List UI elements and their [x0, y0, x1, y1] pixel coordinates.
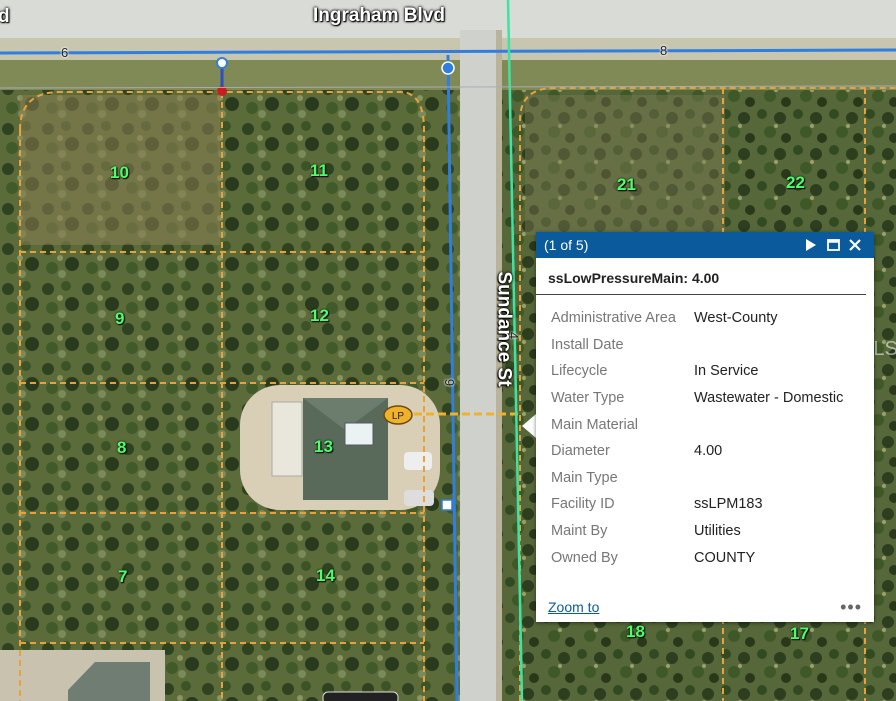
- grass-lot-21: [525, 95, 725, 235]
- attr-value: Wastewater - Domestic: [694, 390, 844, 407]
- attr-row: Main Type: [551, 465, 874, 492]
- lot-label-14: 14: [316, 566, 335, 585]
- zoom-to-link[interactable]: Zoom to: [548, 599, 840, 615]
- lp-badge-label: LP: [392, 411, 405, 422]
- attr-row: Water Type Wastewater - Domestic: [551, 385, 874, 412]
- attr-value: West-County: [694, 310, 778, 327]
- attr-key: Diameter: [551, 443, 610, 460]
- lot-label-7: 7: [118, 567, 128, 586]
- lot-label-12: 12: [310, 306, 329, 325]
- attr-key: Main Type: [551, 469, 618, 486]
- more-options-button[interactable]: •••: [840, 597, 862, 618]
- attr-value: Utilities: [694, 523, 741, 540]
- car-2: [404, 490, 434, 506]
- popup-counter: (1 of 5): [544, 237, 589, 253]
- attr-row: Maint By Utilities: [551, 518, 874, 545]
- attr-key: Install Date: [551, 336, 624, 353]
- attr-key: Maint By: [551, 523, 608, 540]
- attr-key: Owned By: [551, 549, 618, 566]
- street-label-sundance: Sundance St: [493, 271, 515, 387]
- lot-label-10: 10: [110, 163, 129, 182]
- attribute-table: Administrative Area West-County Install D…: [536, 305, 874, 571]
- attr-value: In Service: [694, 363, 759, 380]
- attr-key: Main Material: [551, 416, 639, 433]
- road-ingraham: [0, 0, 896, 38]
- attr-value: 4.00: [694, 443, 723, 460]
- lot-label-11: 11: [310, 161, 328, 180]
- lot-label-21: 21: [617, 175, 636, 194]
- pool: [344, 422, 374, 446]
- attr-row: Lifecycle In Service: [551, 358, 874, 385]
- attr-key: Water Type: [551, 390, 625, 407]
- attr-key: Administrative Area: [551, 310, 676, 327]
- attr-row: Owned By COUNTY: [551, 544, 874, 571]
- popup-pointer: [522, 414, 536, 438]
- attr-value: ssLPM183: [694, 496, 763, 513]
- segment-label-4: 4: [506, 331, 522, 340]
- popup-header: (1 of 5): [536, 232, 874, 258]
- close-button[interactable]: [844, 234, 866, 256]
- car: [404, 452, 432, 470]
- attr-row: Diameter 4.00: [551, 438, 874, 465]
- segment-label-8: 8: [660, 43, 668, 58]
- lot-label-22: 22: [786, 173, 805, 192]
- attr-row: Install Date: [551, 332, 874, 359]
- attr-row: Facility ID ssLPM183: [551, 491, 874, 518]
- maximize-button[interactable]: [822, 234, 844, 256]
- house-annex: [271, 401, 303, 477]
- feature-popup: (1 of 5) ssLowPressureMain: 4.00 Adminis…: [536, 232, 874, 622]
- lot-label-17: 17: [790, 624, 809, 643]
- lot-label-13: 13: [314, 437, 333, 456]
- segment-label-9: 9: [442, 378, 458, 387]
- street-label-ingraham: Ingraham Blvd: [313, 5, 445, 26]
- valve-node-2: [441, 61, 455, 75]
- play-icon: [806, 239, 816, 251]
- bottom-overlay: [322, 691, 399, 701]
- segment-label-6: 6: [61, 45, 69, 60]
- next-feature-button[interactable]: [800, 234, 822, 256]
- close-icon: [849, 239, 861, 251]
- partial-label-top-left: d: [0, 6, 10, 27]
- attr-row: Main Material: [551, 411, 874, 438]
- lot-label-9: 9: [115, 309, 125, 328]
- attr-row: Administrative Area West-County: [551, 305, 874, 332]
- popup-title: ssLowPressureMain: 4.00: [536, 258, 866, 295]
- road-sundance: [460, 30, 496, 701]
- maximize-icon: [826, 239, 840, 251]
- attr-key: Lifecycle: [551, 363, 608, 380]
- meter-node: [441, 499, 453, 511]
- attr-value: COUNTY: [694, 549, 756, 566]
- lot-label-8: 8: [117, 438, 127, 457]
- valve-node: [216, 57, 228, 69]
- popup-footer: Zoom to •••: [536, 592, 874, 622]
- attr-key: Facility ID: [551, 496, 615, 513]
- lot-label-18: 18: [626, 622, 645, 641]
